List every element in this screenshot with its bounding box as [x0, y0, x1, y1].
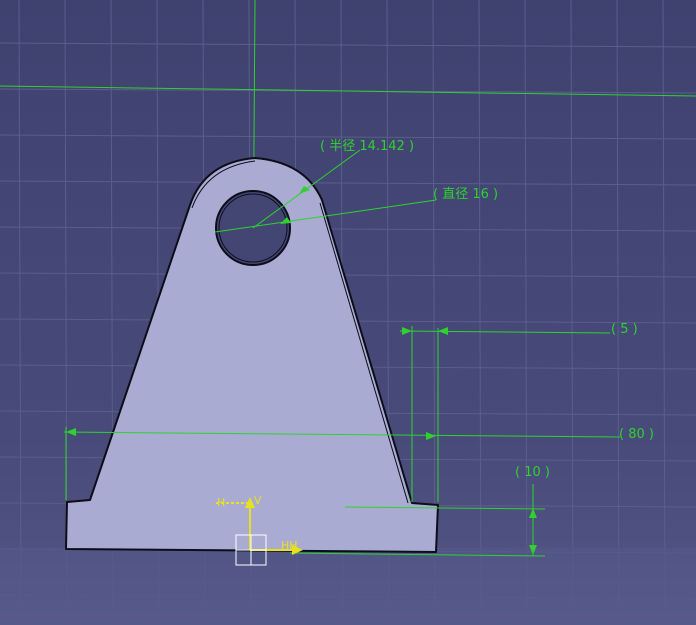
h-axis-label: H [217, 496, 225, 509]
grid-line-horizontal [0, 180, 696, 186]
v-axis-label: V [254, 494, 262, 507]
dimension-80-label[interactable]: ( 80 ) [619, 427, 654, 442]
dimension-5-label[interactable]: ( 5 ) [611, 322, 638, 337]
dimension-10-label[interactable]: ( 10 ) [515, 465, 550, 480]
grid-line-vertical [662, 0, 666, 625]
grid-line-horizontal [0, 42, 696, 48]
diameter-dimension-label[interactable]: ( 直径 16 ) [433, 187, 498, 202]
hh-axis-label: HH [281, 539, 298, 552]
construction-line-horizontal [0, 85, 696, 97]
grid-line-vertical [616, 0, 620, 625]
grid-line-vertical [478, 0, 482, 625]
sketch-canvas[interactable]: ( 半径 14.142 ) ( 直径 16 ) ( 5 ) ( 80 ) ( 1… [0, 0, 696, 625]
dim5-line[interactable] [399, 330, 611, 334]
bracket-part[interactable] [65, 157, 439, 553]
grid-line-horizontal [0, 226, 696, 232]
grid-line-vertical [18, 0, 22, 625]
grid-line-horizontal [0, 272, 696, 278]
floor-band [0, 548, 696, 625]
sketch-viewport[interactable]: ( 半径 14.142 ) ( 直径 16 ) ( 5 ) ( 80 ) ( 1… [0, 0, 696, 625]
radius-dimension-label[interactable]: ( 半径 14.142 ) [320, 139, 414, 154]
